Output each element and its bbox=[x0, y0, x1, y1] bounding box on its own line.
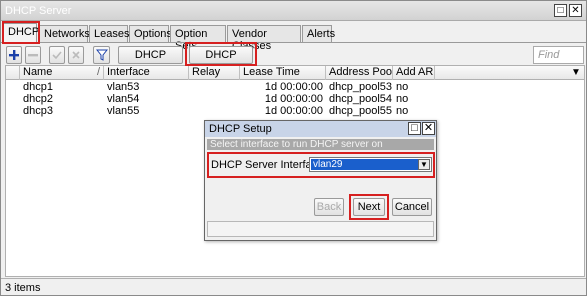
check-icon bbox=[52, 51, 62, 60]
remove-button[interactable] bbox=[25, 46, 41, 64]
dhcp-server-window: DHCP Server □ ✕ DHCP Networks Leases Opt… bbox=[0, 0, 587, 296]
highlight-interface-field bbox=[207, 152, 435, 178]
item-count: 3 items bbox=[5, 282, 41, 294]
dialog-titlebar: DHCP Setup □ ✕ bbox=[205, 121, 436, 137]
dialog-maximize-icon[interactable]: □ bbox=[408, 122, 421, 135]
cross-icon bbox=[72, 51, 80, 59]
cell-address-pool: dhcp_pool55 bbox=[329, 105, 393, 117]
cell-interface: vlan53 bbox=[107, 81, 140, 93]
enable-button[interactable] bbox=[49, 46, 65, 64]
highlight-tab-dhcp bbox=[2, 21, 40, 44]
tab-networks[interactable]: Networks bbox=[39, 25, 90, 43]
cell-relay bbox=[189, 105, 192, 117]
header-flags bbox=[6, 66, 20, 80]
find-input[interactable]: Find bbox=[533, 46, 584, 64]
dialog-title: DHCP Setup bbox=[209, 123, 272, 135]
window-title: DHCP Server bbox=[5, 5, 72, 17]
toolbar: DHCP Config DHCP Setup Find bbox=[1, 43, 586, 77]
cell-add-arp: no bbox=[396, 105, 409, 117]
cell-relay bbox=[189, 81, 192, 93]
back-button[interactable]: Back bbox=[314, 198, 344, 216]
status-bar: 3 items bbox=[1, 278, 586, 295]
cell-lease-time: 1d 00:00:00 bbox=[264, 93, 323, 105]
dhcp-config-button[interactable]: DHCP Config bbox=[118, 46, 183, 77]
table-row[interactable]: dhcp1 vlan53 1d 00:00:00 dhcp_pool53 no bbox=[6, 81, 584, 93]
tab-option-sets[interactable]: Option Sets bbox=[170, 25, 226, 52]
header-address-pool[interactable]: Address Pool bbox=[326, 66, 393, 80]
cell-interface: vlan54 bbox=[107, 93, 140, 105]
disable-button[interactable] bbox=[68, 46, 84, 64]
cell-add-arp: no bbox=[396, 81, 409, 93]
highlight-next bbox=[349, 194, 389, 220]
plus-icon bbox=[9, 50, 19, 60]
dialog-status-bar bbox=[207, 221, 434, 237]
cell-name: dhcp2 bbox=[23, 93, 53, 105]
tab-leases[interactable]: Leases bbox=[89, 25, 129, 43]
cell-interface: vlan55 bbox=[107, 105, 140, 117]
cell-lease-time: 1d 00:00:00 bbox=[264, 81, 323, 93]
column-menu-icon[interactable]: ▼ bbox=[571, 67, 581, 78]
tab-bar: DHCP Networks Leases Options Option Sets… bbox=[1, 23, 586, 52]
tab-vendor-classes[interactable]: Vendor Classes bbox=[227, 25, 301, 52]
dialog-close-icon[interactable]: ✕ bbox=[422, 122, 435, 135]
dhcp-setup-dialog: DHCP Setup □ ✕ Select interface to run D… bbox=[204, 120, 437, 241]
cell-relay bbox=[189, 93, 192, 105]
table-row[interactable]: dhcp3 vlan55 1d 00:00:00 dhcp_pool55 no bbox=[6, 105, 584, 117]
dialog-info: Select interface to run DHCP server on bbox=[207, 139, 434, 150]
header-name[interactable]: Name / bbox=[20, 66, 104, 80]
cell-name: dhcp3 bbox=[23, 105, 53, 117]
table-header: Name / Interface Relay Lease Time Address… bbox=[6, 66, 584, 80]
filter-icon bbox=[95, 49, 108, 61]
minus-icon bbox=[28, 54, 38, 57]
filter-button[interactable] bbox=[93, 46, 110, 64]
close-icon[interactable]: ✕ bbox=[569, 4, 582, 17]
maximize-icon[interactable]: □ bbox=[554, 4, 567, 17]
cell-name: dhcp1 bbox=[23, 81, 53, 93]
cell-address-pool: dhcp_pool53 bbox=[329, 81, 393, 93]
header-relay[interactable]: Relay bbox=[189, 66, 240, 80]
cancel-button[interactable]: Cancel bbox=[392, 198, 432, 216]
header-lease-time[interactable]: Lease Time bbox=[240, 66, 326, 80]
highlight-dhcp-setup bbox=[185, 42, 257, 66]
cell-add-arp: no bbox=[396, 93, 409, 105]
header-interface[interactable]: Interface bbox=[104, 66, 189, 80]
table-row[interactable]: dhcp2 vlan54 1d 00:00:00 dhcp_pool54 no bbox=[6, 93, 584, 105]
window-titlebar: DHCP Server □ ✕ bbox=[1, 1, 586, 21]
cell-lease-time: 1d 00:00:00 bbox=[264, 105, 323, 117]
tab-options[interactable]: Options bbox=[129, 25, 172, 43]
add-button[interactable] bbox=[6, 46, 22, 64]
cell-address-pool: dhcp_pool54 bbox=[329, 93, 393, 105]
header-add-arp[interactable]: Add AR... bbox=[393, 66, 435, 80]
tab-alerts[interactable]: Alerts bbox=[302, 25, 335, 43]
